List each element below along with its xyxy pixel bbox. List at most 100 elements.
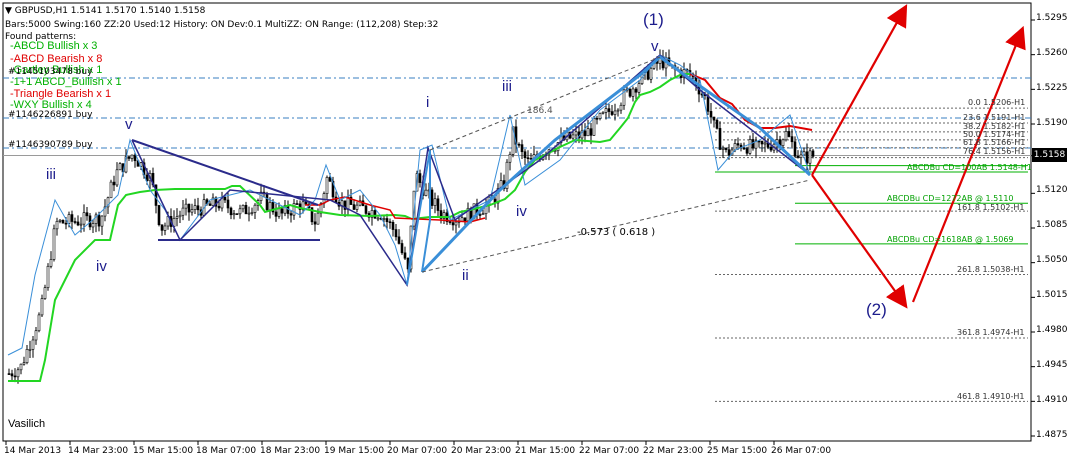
candle-body	[22, 362, 26, 365]
candle-body	[583, 130, 587, 137]
abcd-level-label: ABCDBu CD=100AB 1.5148-H1	[907, 163, 1032, 172]
candle-body	[598, 113, 602, 119]
candle-body	[115, 169, 119, 186]
pattern-item: -1+1 ABCD_Bullish x 1	[10, 76, 122, 88]
candle-body	[193, 205, 197, 210]
candle-body	[586, 128, 590, 137]
candle-body	[715, 119, 719, 129]
candle-body	[571, 134, 575, 139]
candle-body	[181, 207, 185, 216]
candle-body	[346, 196, 350, 210]
chart-frame	[2, 2, 1032, 442]
x-tick-label: 19 Mar 15:00	[324, 446, 385, 456]
candle-body	[526, 157, 530, 159]
chart-window[interactable]: ▼ GBPUSD,H1 1.5141 1.5170 1.5140 1.5158 …	[0, 0, 1071, 461]
candle-body	[175, 216, 179, 219]
candle-body	[718, 128, 722, 150]
candle-body	[727, 149, 731, 156]
candle-body	[16, 369, 20, 378]
fib-level-label: 0.0 1.5206-H1	[968, 98, 1026, 107]
x-tick-label: 26 Mar 07:00	[771, 446, 832, 456]
candle-body	[709, 111, 713, 118]
candle-body	[64, 222, 68, 225]
candle-body	[451, 222, 455, 226]
candle-body	[76, 221, 80, 226]
candle-body	[118, 163, 122, 171]
candle-body	[433, 198, 437, 206]
candle-body	[448, 221, 452, 223]
fib-level-label: 23.6 1.5191-H1	[963, 113, 1026, 122]
candle-body	[37, 314, 41, 332]
candle-body	[43, 287, 47, 299]
candle-body	[781, 139, 785, 146]
y-tick-label: 1.5260	[1036, 48, 1068, 58]
candle-body	[628, 88, 632, 97]
candle-body	[79, 223, 83, 226]
candle-body	[34, 330, 38, 341]
order-label[interactable]: #1146226891 buy	[8, 110, 92, 120]
candle-body	[763, 142, 767, 145]
candle-body	[517, 143, 521, 146]
wave-label: iii	[502, 78, 512, 95]
fib-level-label: 361.8 1.4974-H1	[957, 328, 1025, 337]
candle-body	[619, 104, 623, 111]
candle-body	[403, 252, 407, 259]
candle-body	[721, 147, 725, 150]
y-tick-label: 1.5225	[1036, 83, 1068, 93]
wave-label: v	[125, 116, 133, 133]
fib-level-label: 261.8 1.5038-H1	[957, 265, 1025, 274]
order-label[interactable]: #1146390789 buy	[8, 140, 92, 150]
candle-body	[82, 212, 86, 225]
wave-label: iv	[96, 258, 107, 275]
candle-body	[769, 146, 773, 151]
candle-body	[523, 151, 527, 158]
candle-body	[229, 207, 233, 216]
candle-body	[130, 154, 134, 159]
candle-body	[796, 155, 800, 158]
wave-label: iii	[46, 166, 56, 183]
candle-body	[223, 196, 227, 201]
candle-body	[247, 212, 251, 215]
order-label[interactable]: #1145103478 buy	[8, 67, 92, 77]
candle-body	[616, 109, 620, 112]
wave-label: v	[651, 38, 659, 55]
candle-body	[241, 205, 245, 210]
y-tick-label: 1.4875	[1036, 430, 1068, 440]
wave-label: i	[426, 94, 430, 111]
candle-body	[787, 131, 791, 137]
x-tick-label: 18 Mar 23:00	[260, 446, 321, 456]
x-axis-ticks	[5, 441, 775, 445]
candle-body	[706, 95, 710, 112]
candle-body	[277, 208, 281, 217]
candle-body	[70, 214, 74, 222]
candle-body	[91, 223, 95, 228]
candle-body	[235, 213, 239, 215]
candle-body	[31, 339, 35, 350]
fib-level-label: 76.4 1.5156-H1	[963, 147, 1026, 156]
candle-body	[238, 208, 242, 215]
candle-body	[745, 148, 749, 154]
candle-body	[811, 150, 815, 157]
candle-body	[58, 219, 62, 222]
candle-body	[391, 222, 395, 230]
y-tick-label: 1.5190	[1036, 118, 1068, 128]
candle-body	[637, 83, 641, 93]
price-chart[interactable]	[0, 0, 1071, 461]
abcd-level-label: ABCDBu CD=1272AB @ 1.5110	[887, 194, 1014, 203]
candle-body	[208, 203, 212, 206]
y-tick-label: 1.4945	[1036, 360, 1068, 370]
candle-body	[373, 210, 377, 219]
fib-level-label: 61.8 1.5166-H1	[963, 138, 1026, 147]
candle-body	[304, 201, 308, 205]
candle-body	[265, 193, 269, 211]
candle-body	[196, 205, 200, 211]
candle-body	[430, 189, 434, 206]
candle-body	[163, 225, 167, 231]
candle-body	[805, 151, 809, 164]
x-tick-label: 21 Mar 15:00	[515, 446, 576, 456]
candle-body	[631, 88, 635, 97]
candle-body	[790, 136, 794, 143]
x-tick-label: 18 Mar 07:00	[196, 446, 257, 456]
chart-symbol-line: ▼ GBPUSD,H1 1.5141 1.5170 1.5140 1.5158	[5, 6, 206, 16]
candle-body	[160, 224, 164, 231]
